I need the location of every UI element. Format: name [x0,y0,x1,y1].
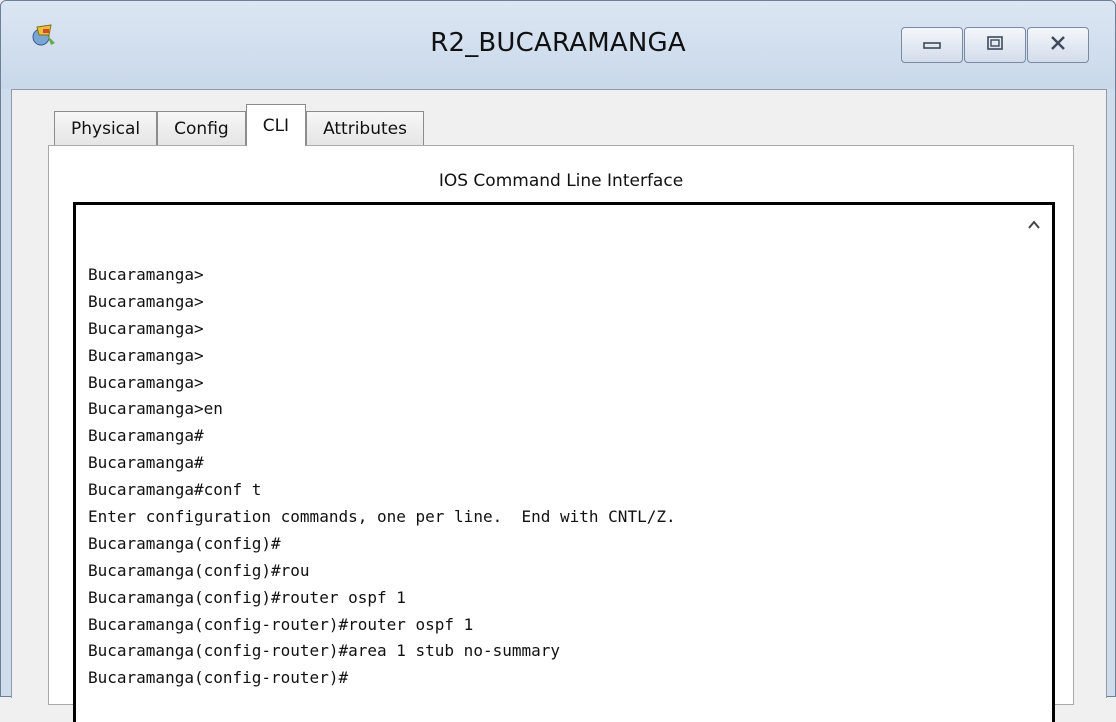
cli-line: Bucaramanga# [88,453,204,473]
close-icon [1049,35,1067,55]
title-bar[interactable]: R2_BUCARAMANGA [1,1,1115,89]
tab-cli[interactable]: CLI [245,104,307,146]
minimize-button[interactable] [901,27,963,63]
cli-line: Bucaramanga#conf t [88,480,262,500]
cli-line: Bucaramanga> [88,265,204,284]
cli-line: Bucaramanga(config)#rou [88,560,310,580]
cli-line: Bucaramanga> [88,291,204,311]
cli-line: Bucaramanga(config-router)# [88,668,349,688]
cli-line: Bucaramanga(config)#router ospf 1 [88,587,406,607]
cli-line: Bucaramanga> [88,372,204,392]
cli-line: Bucaramanga> [88,318,204,338]
cli-output: Bucaramanga> Bucaramanga> Bucaramanga> B… [88,262,676,692]
maximize-icon [986,35,1004,55]
cli-terminal[interactable]: Bucaramanga> Bucaramanga> Bucaramanga> B… [73,202,1055,722]
scroll-up-icon[interactable] [1026,217,1042,233]
maximize-button[interactable] [964,27,1026,63]
tab-strip: Physical Config CLI Attributes [54,104,424,146]
cli-line: Bucaramanga(config-router)#area 1 stub n… [88,641,561,661]
tab-attributes[interactable]: Attributes [306,111,424,146]
cli-line: Bucaramanga>en [88,399,223,419]
tab-physical[interactable]: Physical [54,111,158,146]
cli-tab-panel: IOS Command Line Interface Bucaramanga> … [48,145,1074,722]
cli-line: Bucaramanga(config)# [88,533,281,553]
device-window: R2_BUCARAMANGA Physical Config CLI Attri… [0,0,1116,722]
window-client-area: Physical Config CLI Attributes IOS Comma… [11,89,1107,722]
minimize-icon [923,36,941,55]
cli-line: Bucaramanga(config-router)#router ospf 1 [88,614,474,634]
cli-line: Bucaramanga> [88,345,204,365]
cli-line: Enter configuration commands, one per li… [88,507,676,527]
cli-heading: IOS Command Line Interface [438,171,684,191]
close-button[interactable] [1027,27,1089,63]
tab-config[interactable]: Config [157,111,246,146]
cli-line: Bucaramanga# [88,426,204,446]
